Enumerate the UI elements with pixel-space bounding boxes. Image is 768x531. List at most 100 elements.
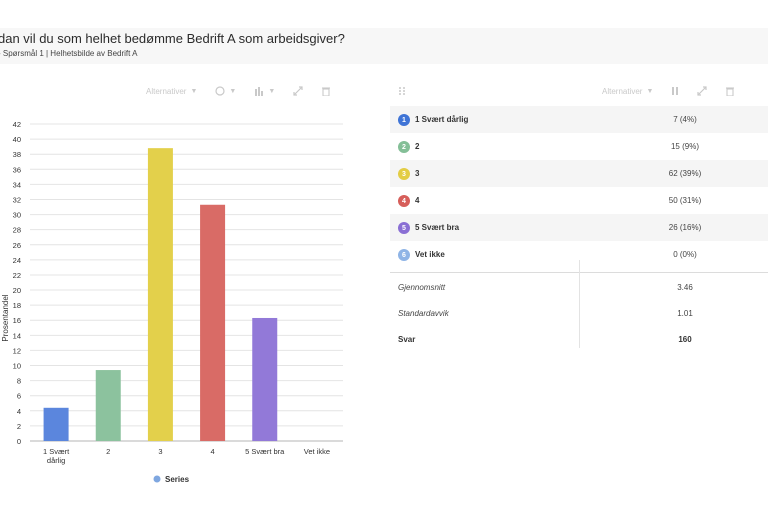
- legend-marker: [153, 475, 161, 483]
- table-drag-handle[interactable]: [398, 86, 406, 96]
- chart-grid: [30, 123, 343, 442]
- chart-delete-button[interactable]: [321, 86, 331, 96]
- y-tick-label: 38: [13, 150, 21, 159]
- palette-icon: [215, 86, 226, 96]
- table-row: 5 5 Svært bra 26 (16%): [390, 214, 768, 241]
- trash-icon: [322, 87, 331, 96]
- y-tick-label: 14: [13, 331, 21, 340]
- bar-chart: 024681012141618202224262830323436384042 …: [1, 120, 343, 484]
- table-row: 3 3 62 (39%): [390, 160, 768, 187]
- stat-label: Svar: [398, 335, 416, 344]
- option-count: 50 (31%): [668, 196, 702, 205]
- expand-icon: [697, 86, 708, 96]
- option-number-badge: 5: [398, 222, 410, 234]
- option-number-badge: 6: [398, 249, 410, 261]
- bar[interactable]: [147, 148, 173, 441]
- option-count: 15 (9%): [670, 142, 699, 151]
- y-tick-label: 6: [17, 392, 21, 401]
- y-tick-label: 8: [17, 377, 21, 386]
- bar[interactable]: [200, 204, 226, 441]
- drag-handle-icon: [399, 87, 405, 95]
- option-number-badge: 1: [398, 114, 410, 126]
- chart-type-button[interactable]: ▼: [254, 86, 275, 96]
- y-tick-label: 36: [13, 165, 21, 174]
- chart-toolbar: Alternativer ▼ ▼ ▼: [146, 84, 331, 98]
- question-subtitle: - Spørsmål 1 | Helhetsbilde av Bedrift A: [0, 49, 138, 58]
- chart-legend[interactable]: Series: [153, 475, 190, 484]
- x-tick-label: 1 Svært: [43, 447, 70, 456]
- chart-bars: [43, 148, 278, 441]
- option-label: 2: [415, 142, 420, 151]
- chevron-down-icon: ▼: [229, 87, 237, 95]
- y-tick-label: 28: [13, 226, 21, 235]
- bar[interactable]: [43, 407, 69, 441]
- option-label: 4: [415, 196, 420, 205]
- trash-icon: [726, 87, 735, 96]
- table-column-button[interactable]: [671, 86, 679, 96]
- question-header: dan vil du som helhet bedømme Bedrift A …: [0, 28, 768, 64]
- table-toolbar-right: Alternativer ▼: [602, 84, 735, 98]
- y-tick-label: 42: [13, 120, 21, 129]
- y-tick-label: 20: [13, 286, 21, 295]
- results-rows: 1 1 Svært dårlig 7 (4%) 2 2 15 (9%) 3 3 62 (39%)…: [390, 106, 768, 268]
- y-tick-label: 32: [13, 195, 21, 204]
- option-count: 7 (4%): [673, 115, 697, 124]
- columns-icon: [672, 87, 679, 95]
- y-tick-label: 16: [13, 316, 21, 325]
- y-tick-label: 34: [13, 180, 21, 189]
- y-tick-label: 18: [13, 301, 21, 310]
- x-tick-label: 5 Svært bra: [245, 447, 285, 456]
- stat-label: Gjennomsnitt: [398, 283, 446, 292]
- bar-chart-icon: [255, 87, 264, 96]
- chevron-down-icon: ▼: [268, 87, 276, 95]
- option-count: 0 (0%): [673, 250, 697, 259]
- table-toolbar: [398, 84, 406, 98]
- stat-value: 3.46: [677, 283, 693, 292]
- question-title: dan vil du som helhet bedømme Bedrift A …: [0, 31, 345, 46]
- option-count: 26 (16%): [668, 223, 702, 232]
- stat-label: Standardavvik: [398, 309, 449, 318]
- option-number-badge: 4: [398, 195, 410, 207]
- stat-value: 1.01: [677, 309, 693, 318]
- option-label: 1 Svært dårlig: [415, 115, 469, 124]
- y-tick-label: 26: [13, 241, 21, 250]
- x-axis-ticks: 1 Sværtdårlig 2 3 4 5 Svært bra Vet ikke: [43, 447, 330, 465]
- table-alternatives-dropdown[interactable]: Alternativer ▼: [602, 87, 653, 96]
- table-row: 2 2 15 (9%): [390, 133, 768, 160]
- stat-value: 160: [678, 335, 692, 344]
- x-tick-label: 2: [106, 447, 110, 456]
- table-delete-button[interactable]: [725, 86, 735, 96]
- bar[interactable]: [252, 317, 278, 441]
- table-row: 1 1 Svært dårlig 7 (4%): [390, 106, 768, 133]
- y-tick-label: 2: [17, 422, 21, 431]
- chevron-down-icon: ▼: [646, 87, 654, 95]
- chart-expand-button[interactable]: [293, 86, 303, 96]
- table-row: 4 4 50 (31%): [390, 187, 768, 214]
- y-tick-label: 0: [17, 437, 21, 446]
- option-number-badge: 3: [398, 168, 410, 180]
- stats-column-divider: [579, 260, 580, 348]
- option-label: Vet ikke: [415, 250, 445, 259]
- chart-alternatives-label: Alternativer: [146, 86, 187, 96]
- y-tick-label: 40: [13, 135, 21, 144]
- y-tick-label: 10: [13, 362, 21, 371]
- legend-label: Series: [165, 475, 190, 484]
- y-axis-label: Prosentandel: [1, 294, 10, 341]
- y-axis-ticks: 024681012141618202224262830323436384042: [13, 120, 21, 446]
- x-tick-label: 4: [210, 447, 214, 456]
- option-label: 5 Svært bra: [415, 223, 460, 232]
- chart-alternatives-dropdown[interactable]: Alternativer ▼: [146, 87, 197, 96]
- chevron-down-icon: ▼: [190, 87, 198, 95]
- table-expand-button[interactable]: [697, 86, 708, 96]
- y-tick-label: 4: [17, 407, 21, 416]
- option-label: 3: [415, 169, 420, 178]
- table-alternatives-label: Alternativer: [602, 86, 643, 96]
- expand-icon: [293, 86, 303, 96]
- x-tick-label: dårlig: [47, 456, 65, 465]
- bar[interactable]: [95, 370, 121, 441]
- option-count: 62 (39%): [668, 169, 702, 178]
- chart-color-button[interactable]: ▼: [215, 86, 236, 96]
- x-tick-label: 3: [158, 447, 162, 456]
- y-tick-label: 30: [13, 211, 21, 220]
- y-tick-label: 22: [13, 271, 21, 280]
